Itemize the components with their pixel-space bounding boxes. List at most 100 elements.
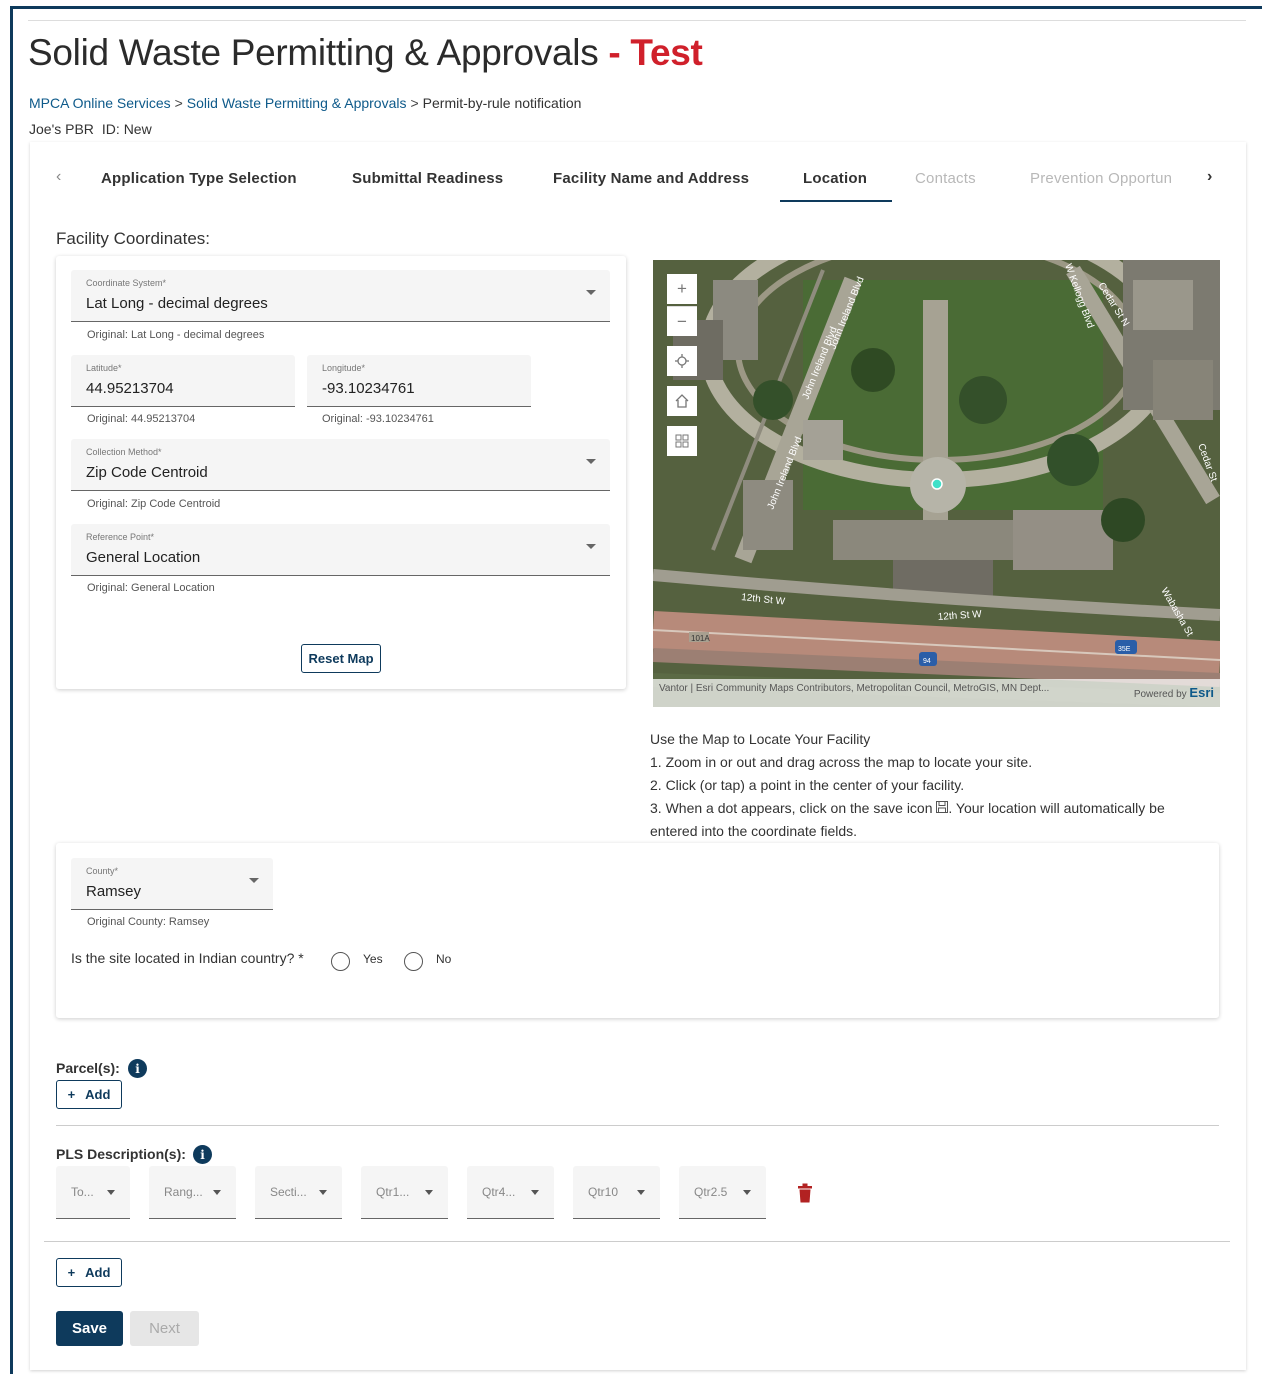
- instructions-title: Use the Map to Locate Your Facility: [650, 731, 871, 747]
- breadcrumb-link-solid-waste[interactable]: Solid Waste Permitting & Approvals: [187, 95, 407, 111]
- pls-divider: [44, 1241, 1230, 1242]
- pls-qtr10-select[interactable]: Qtr10: [573, 1166, 660, 1219]
- powered-by-esri: Powered by Esri: [1134, 685, 1214, 700]
- save-button[interactable]: Save: [56, 1311, 123, 1346]
- add-parcel-button[interactable]: + Add: [56, 1080, 122, 1109]
- zoom-in-button[interactable]: +: [667, 274, 697, 304]
- add-parcel-label: Add: [85, 1087, 111, 1102]
- locate-icon[interactable]: [667, 346, 697, 376]
- longitude-input[interactable]: Longitude* -93.10234761: [307, 355, 531, 407]
- indian-country-no-radio[interactable]: [404, 952, 423, 971]
- facility-coordinates-heading: Facility Coordinates:: [56, 229, 211, 248]
- delete-pls-icon[interactable]: [797, 1183, 813, 1203]
- save-icon: [936, 800, 949, 816]
- zoom-out-button[interactable]: −: [667, 306, 697, 336]
- collection-method-label: Collection Method*: [86, 447, 162, 457]
- longitude-value: -93.10234761: [322, 380, 415, 397]
- reference-point-original: Original: General Location: [87, 582, 215, 594]
- latitude-value: 44.95213704: [86, 380, 174, 397]
- plus-icon: +: [67, 1087, 76, 1102]
- add-pls-button[interactable]: + Add: [56, 1258, 122, 1287]
- top-divider: [28, 20, 1246, 21]
- page-title-text: Solid Waste Permitting & Approvals: [28, 32, 599, 73]
- basemap-gallery-icon[interactable]: [667, 426, 697, 456]
- home-icon[interactable]: [667, 386, 697, 416]
- pls-qtr4-value: Qtr4...: [482, 1185, 516, 1199]
- esri-link[interactable]: Esri: [1189, 685, 1214, 700]
- collection-method-value: Zip Code Centroid: [86, 464, 208, 481]
- info-icon[interactable]: i: [193, 1145, 212, 1164]
- coordinate-system-label: Coordinate System*: [86, 278, 167, 288]
- chevron-right-icon[interactable]: ›: [1207, 168, 1212, 186]
- reference-point-label: Reference Point*: [86, 532, 155, 542]
- county-value: Ramsey: [86, 883, 142, 900]
- dropdown-arrow-icon: [425, 1190, 433, 1195]
- step-tabs: ‹ Application Type Selection Submittal R…: [40, 150, 1230, 204]
- longitude-label: Longitude*: [322, 363, 366, 373]
- county-label: County*: [86, 866, 119, 876]
- page-title: Solid Waste Permitting & Approvals - Tes…: [28, 32, 703, 74]
- record-name: Joe's PBR: [29, 121, 94, 137]
- reference-point-value: General Location: [86, 549, 201, 566]
- parcels-divider: [56, 1125, 1219, 1126]
- instructions-step-2: 2. Click (or tap) a point in the center …: [650, 777, 965, 793]
- chevron-left-icon[interactable]: ‹: [56, 168, 61, 186]
- svg-text:35E: 35E: [1118, 646, 1131, 653]
- collection-method-select[interactable]: Collection Method* Zip Code Centroid: [71, 439, 610, 491]
- breadcrumb-separator: >: [410, 95, 419, 111]
- dropdown-arrow-icon: [637, 1190, 645, 1195]
- pls-section-select[interactable]: Secti...: [255, 1166, 342, 1219]
- dropdown-arrow-icon: [319, 1190, 327, 1195]
- pls-township-value: To...: [71, 1185, 94, 1199]
- indian-country-yes-label: Yes: [363, 952, 383, 966]
- svg-text:94: 94: [923, 658, 931, 665]
- reference-point-select[interactable]: Reference Point* General Location: [71, 524, 610, 576]
- window-frame-left: [10, 6, 13, 1374]
- longitude-original: Original: -93.10234761: [322, 413, 434, 425]
- environment-suffix: - Test: [608, 32, 703, 73]
- latitude-input[interactable]: Latitude* 44.95213704: [71, 355, 295, 407]
- tab-location[interactable]: Location: [803, 170, 867, 187]
- pls-qtr2-5-select[interactable]: Qtr2.5: [679, 1166, 766, 1219]
- tab-submittal-readiness[interactable]: Submittal Readiness: [352, 170, 503, 187]
- pls-section-value: Secti...: [270, 1185, 307, 1199]
- pls-qtr1-select[interactable]: Qtr1...: [361, 1166, 448, 1219]
- breadcrumb: MPCA Online Services > Solid Waste Permitt…: [29, 95, 581, 111]
- indian-country-yes-radio[interactable]: [331, 952, 350, 971]
- reset-map-button[interactable]: Reset Map: [301, 644, 381, 673]
- pls-qtr4-select[interactable]: Qtr4...: [467, 1166, 554, 1219]
- breadcrumb-link-online-services[interactable]: MPCA Online Services: [29, 95, 171, 111]
- pls-range-select[interactable]: Rang...: [149, 1166, 236, 1219]
- county-select[interactable]: County* Ramsey: [71, 858, 273, 910]
- indian-country-question: Is the site located in Indian country? *: [71, 950, 304, 966]
- coordinate-system-select[interactable]: Coordinate System* Lat Long - decimal de…: [71, 270, 610, 322]
- pls-township-select[interactable]: To...: [56, 1166, 130, 1219]
- dropdown-arrow-icon: [586, 290, 596, 295]
- info-icon[interactable]: i: [128, 1059, 147, 1078]
- dropdown-arrow-icon: [249, 878, 259, 883]
- record-info: Joe's PBR ID: New: [29, 121, 152, 137]
- dropdown-arrow-icon: [586, 459, 596, 464]
- collection-method-original: Original: Zip Code Centroid: [87, 498, 221, 510]
- coordinate-system-value: Lat Long - decimal degrees: [86, 295, 268, 312]
- tab-application-type-selection[interactable]: Application Type Selection: [101, 170, 297, 187]
- tab-facility-name-address[interactable]: Facility Name and Address: [553, 170, 749, 187]
- satellite-imagery: John Ireland Blvd John Ireland Blvd John…: [653, 260, 1220, 707]
- plus-icon: +: [67, 1265, 76, 1280]
- pls-range-value: Rang...: [164, 1185, 203, 1199]
- tab-prevention-opportunities: Prevention Opportun: [1030, 170, 1173, 187]
- pls-label: PLS Description(s):: [56, 1146, 186, 1162]
- instructions-step-3: 3. When a dot appears, click on the save…: [650, 797, 1210, 820]
- indian-country-no-label: No: [436, 952, 452, 966]
- breadcrumb-separator: >: [174, 95, 183, 111]
- dropdown-arrow-icon: [531, 1190, 539, 1195]
- latitude-original: Original: 44.95213704: [87, 413, 196, 425]
- dropdown-arrow-icon: [743, 1190, 751, 1195]
- dropdown-arrow-icon: [107, 1190, 115, 1195]
- county-original: Original County: Ramsey: [87, 916, 210, 928]
- facility-map[interactable]: John Ireland Blvd John Ireland Blvd John…: [653, 260, 1220, 707]
- parcels-label: Parcel(s):: [56, 1060, 120, 1076]
- add-pls-label: Add: [85, 1265, 111, 1280]
- active-tab-indicator: [780, 200, 892, 202]
- svg-text:101A: 101A: [691, 634, 710, 643]
